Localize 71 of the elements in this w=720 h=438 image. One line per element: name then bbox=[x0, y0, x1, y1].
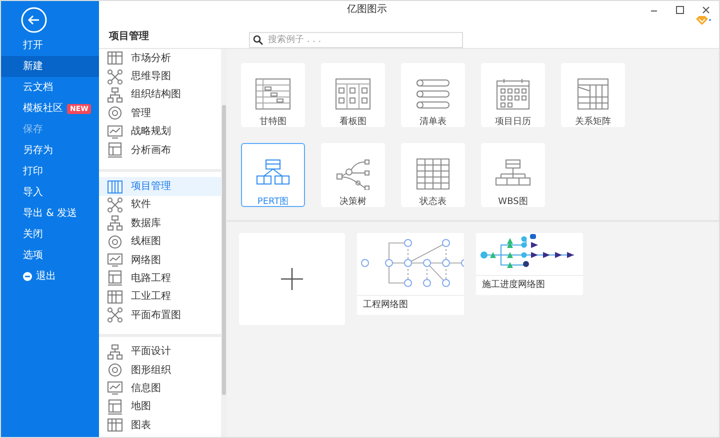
sidebar-item[interactable]: 关闭 bbox=[1, 224, 99, 245]
category-item[interactable]: 数据库 bbox=[99, 214, 221, 233]
monitor-icon bbox=[107, 124, 123, 140]
category-item[interactable]: 项目管理 bbox=[99, 177, 221, 196]
category-item[interactable]: 线框图 bbox=[99, 232, 221, 251]
category-item[interactable]: 平面设计 bbox=[99, 342, 221, 361]
board-icon bbox=[107, 142, 123, 158]
network-icon bbox=[107, 307, 123, 324]
category-item[interactable]: 平面布置图 bbox=[99, 306, 221, 324]
minus-circle-icon bbox=[23, 272, 32, 281]
monitor-icon bbox=[107, 252, 123, 268]
panel-title: 项目管理 bbox=[108, 30, 150, 44]
sidebar-item[interactable]: 另存为 bbox=[1, 140, 99, 161]
category-item[interactable]: 市场分析 bbox=[99, 49, 221, 68]
template-card[interactable]: 看板图 bbox=[321, 63, 385, 127]
search-icon bbox=[253, 35, 263, 45]
category-item[interactable]: 电路工程 bbox=[99, 269, 221, 288]
sidebar-item[interactable]: 打印 bbox=[1, 161, 99, 182]
sidebar-item[interactable]: 选项 bbox=[1, 245, 99, 266]
hierarchy-icon bbox=[107, 86, 123, 103]
sidebar-item[interactable]: 导出 & 发送 bbox=[1, 203, 99, 224]
sidebar-item[interactable]: 云文档 bbox=[1, 77, 99, 98]
category-item[interactable]: 地图 bbox=[99, 398, 221, 416]
network-icon bbox=[107, 68, 123, 85]
monitor-icon bbox=[107, 380, 123, 396]
category-item[interactable]: 战略规划 bbox=[99, 122, 221, 141]
category-item[interactable]: 工业工程 bbox=[99, 288, 221, 306]
category-item[interactable]: 管理 bbox=[99, 104, 221, 123]
example-card[interactable]: 工程网络图 bbox=[357, 233, 464, 315]
category-item[interactable]: 组织结构图 bbox=[99, 86, 221, 104]
template-card[interactable]: 项目日历 bbox=[481, 63, 545, 127]
template-card[interactable]: 决策树 bbox=[321, 143, 385, 207]
decision-tree-icon bbox=[335, 158, 371, 190]
template-card[interactable]: 关系矩阵 bbox=[561, 63, 625, 127]
sidebar-item[interactable]: 退出 bbox=[1, 266, 99, 287]
category-item[interactable]: 信息图 bbox=[99, 379, 221, 398]
hierarchy-icon bbox=[107, 344, 123, 360]
template-card[interactable]: 甘特图 bbox=[241, 63, 305, 127]
category-item[interactable]: 分析画布 bbox=[99, 140, 221, 160]
board-icon bbox=[107, 398, 123, 415]
grid-icon bbox=[107, 288, 123, 305]
grid-icon bbox=[107, 178, 123, 195]
checklist-icon bbox=[415, 78, 451, 110]
template-card[interactable]: 清单表 bbox=[401, 63, 465, 127]
maximize-icon[interactable] bbox=[675, 4, 685, 14]
category-item[interactable]: 网络图 bbox=[99, 250, 221, 270]
category-item[interactable]: 图表 bbox=[99, 416, 221, 434]
calendar-icon bbox=[495, 78, 531, 110]
matrix-table-icon bbox=[575, 78, 611, 110]
category-item[interactable]: 图形组织 bbox=[99, 360, 221, 380]
template-card[interactable]: WBS图 bbox=[481, 143, 545, 207]
window-title: 亿图图示 bbox=[347, 3, 387, 17]
board-icon bbox=[107, 270, 123, 286]
grid-icon bbox=[107, 417, 123, 434]
category-item[interactable]: 思维导图 bbox=[99, 67, 221, 86]
close-icon[interactable] bbox=[701, 4, 711, 14]
sidebar-item[interactable]: 打开 bbox=[1, 35, 99, 56]
network-icon bbox=[107, 196, 123, 213]
state-table-icon bbox=[415, 158, 451, 190]
plus-icon bbox=[280, 267, 304, 291]
gantt-chart-icon bbox=[255, 78, 291, 110]
search-field[interactable]: 搜索例子 . . . bbox=[249, 32, 463, 48]
category-item[interactable]: 软件 bbox=[99, 196, 221, 214]
template-card[interactable]: 状态表 bbox=[401, 143, 465, 207]
sidebar-item[interactable]: 新建 bbox=[1, 56, 99, 77]
hierarchy-icon bbox=[107, 215, 123, 232]
example-card[interactable]: 施工进度网络图 bbox=[476, 233, 583, 295]
back-icon[interactable] bbox=[21, 7, 47, 33]
kanban-board-icon bbox=[335, 78, 371, 110]
grid-icon bbox=[107, 50, 123, 66]
sidebar-item[interactable]: 导入 bbox=[1, 182, 99, 203]
